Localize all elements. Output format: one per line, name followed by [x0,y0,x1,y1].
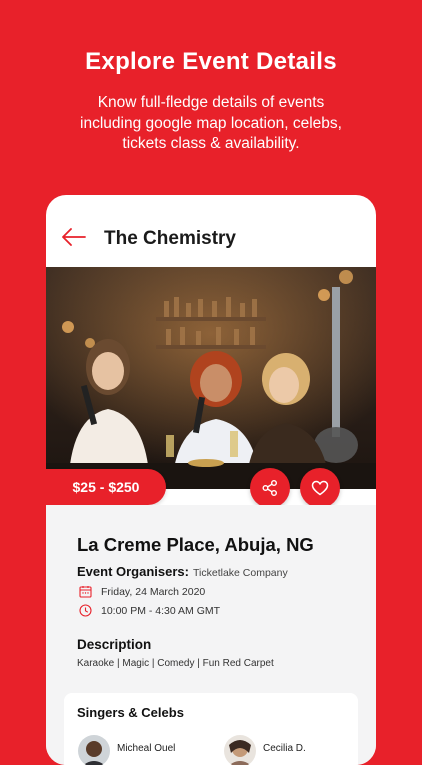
promo-subtitle-line: tickets class & availability. [122,135,300,152]
celeb-item[interactable]: Cecilia D. [224,735,306,765]
event-photo [46,267,376,489]
description-heading: Description [77,637,152,652]
arrow-left-icon[interactable] [62,228,86,246]
description-text: Karaoke | Magic | Comedy | Fun Red Carpe… [77,658,274,669]
share-icon [262,480,277,496]
event-header: The Chemistry [46,195,376,267]
phone-screen: The Chemistry $25 - $250 La Creme Place,… [46,195,376,765]
organisers: Event Organisers: Ticketlake Company [77,564,288,579]
celebs-card: Singers & Celebs Micheal Ouel Cecilia D. [64,693,358,765]
avatar [224,735,256,765]
organisers-label: Event Organisers: [77,564,189,579]
calendar-icon [79,586,92,598]
event-title: The Chemistry [104,228,236,249]
promo-subtitle-line: including google map location, celebs, [80,114,342,132]
promo-title: Explore Event Details [85,48,337,75]
organiser-name[interactable]: Ticketlake Company [193,567,288,579]
clock-icon [79,604,92,617]
celebs-heading: Singers & Celebs [77,705,184,720]
time-row: 10:00 PM - 4:30 AM GMT [79,604,220,617]
promo-subtitle-line: Know full-fledge details of events [97,94,325,111]
celeb-item[interactable]: Micheal Ouel [78,735,175,765]
share-button[interactable] [250,468,290,508]
venue-title: La Creme Place, Abuja, NG [77,534,314,555]
avatar [78,735,110,765]
price-badge: $25 - $250 [46,469,166,505]
event-details: La Creme Place, Abuja, NG Event Organise… [46,505,376,765]
celeb-name: Micheal Ouel [117,742,176,754]
heart-icon [311,480,329,496]
event-date: Friday, 24 March 2020 [101,585,206,598]
date-row: Friday, 24 March 2020 [79,585,205,598]
promo-subtitle: Know full-fledge details of events inclu… [40,93,382,155]
celeb-name: Cecilia D. [263,742,306,754]
favorite-button[interactable] [300,468,340,508]
event-time: 10:00 PM - 4:30 AM GMT [101,604,221,617]
